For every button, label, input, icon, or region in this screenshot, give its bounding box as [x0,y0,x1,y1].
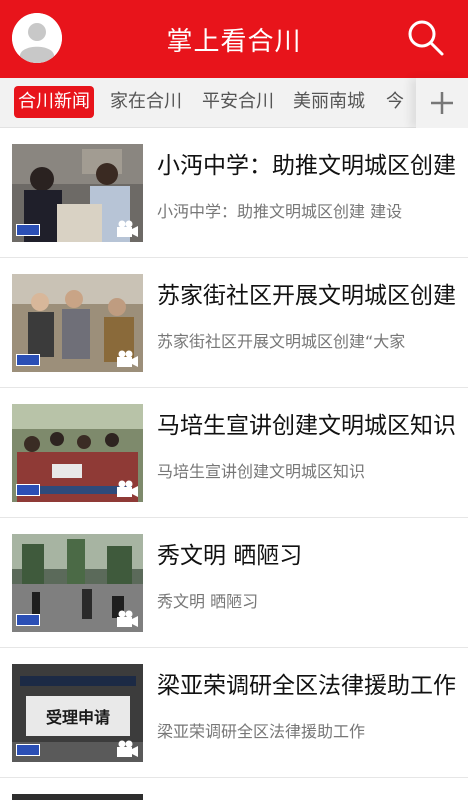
search-icon [408,20,444,56]
partial-photo [12,794,143,800]
news-summary: 小沔中学：助推文明城区创建 建设 [157,202,403,221]
news-summary: 马培生宣讲创建文明城区知识 [157,462,366,481]
channel-tabbar: 合川新闻 家在合川 平安合川 美丽南城 今 [0,78,468,128]
news-title[interactable]: 梁亚荣调研全区法律援助工作 [157,666,457,700]
channel-logo-badge [16,354,40,366]
user-avatar-icon [12,13,62,63]
video-camera-icon [115,220,139,238]
news-item[interactable]: 小沔中学：助推文明城区创建 小沔中学：助推文明城区创建 建设 [0,128,468,258]
news-thumbnail[interactable] [12,404,143,502]
add-channel-button[interactable] [416,78,468,128]
tab-beautiful-nancheng[interactable]: 美丽南城 [293,86,365,118]
news-thumbnail[interactable]: 受理申请 [12,664,143,762]
news-item[interactable]: 马培生宣讲创建文明城区知识 马培生宣讲创建文明城区知识 [0,388,468,518]
tab-hechuan-news[interactable]: 合川新闻 [14,86,94,118]
user-avatar-button[interactable] [12,13,62,63]
news-summary: 苏家街社区开展文明城区创建“大家 [157,332,406,351]
tab-home-in-hechuan[interactable]: 家在合川 [110,86,182,118]
app-title: 掌上看合川 [166,26,302,57]
news-thumbnail[interactable] [12,274,143,372]
channel-logo-badge [16,614,40,626]
news-item[interactable]: 秀文明 晒陋习 秀文明 晒陋习 [0,518,468,648]
news-title[interactable]: 秀文明 晒陋习 [157,536,457,570]
news-item-partial[interactable] [0,778,468,800]
tab-safe-hechuan[interactable]: 平安合川 [202,86,274,118]
plus-icon [431,92,453,114]
video-camera-icon [115,610,139,628]
news-item[interactable]: 苏家街社区开展文明城区创建 苏家街社区开展文明城区创建“大家 [0,258,468,388]
search-button[interactable] [406,18,446,58]
news-thumbnail[interactable] [12,534,143,632]
news-thumbnail-partial[interactable] [12,794,143,800]
channel-logo-badge [16,224,40,236]
tab-truncated[interactable]: 今 [386,86,404,118]
news-title[interactable]: 小沔中学：助推文明城区创建 [157,146,457,180]
channel-logo-badge [16,744,40,756]
app-header: 掌上看合川 [0,0,468,78]
news-item[interactable]: 受理申请 梁亚荣调研全区法律援助工作 梁亚荣调研全区法律援助工作 [0,648,468,778]
news-summary: 秀文明 晒陋习 [157,592,259,611]
video-camera-icon [115,740,139,758]
channel-tabs: 合川新闻 家在合川 平安合川 美丽南城 今 [0,78,412,128]
video-camera-icon [115,350,139,368]
channel-logo-badge [16,484,40,496]
news-thumbnail[interactable] [12,144,143,242]
news-title[interactable]: 苏家街社区开展文明城区创建 [157,276,457,310]
news-title[interactable]: 马培生宣讲创建文明城区知识 [157,406,457,440]
sign-text: 受理申请 [46,708,110,727]
news-summary: 梁亚荣调研全区法律援助工作 [157,722,366,741]
video-camera-icon [115,480,139,498]
